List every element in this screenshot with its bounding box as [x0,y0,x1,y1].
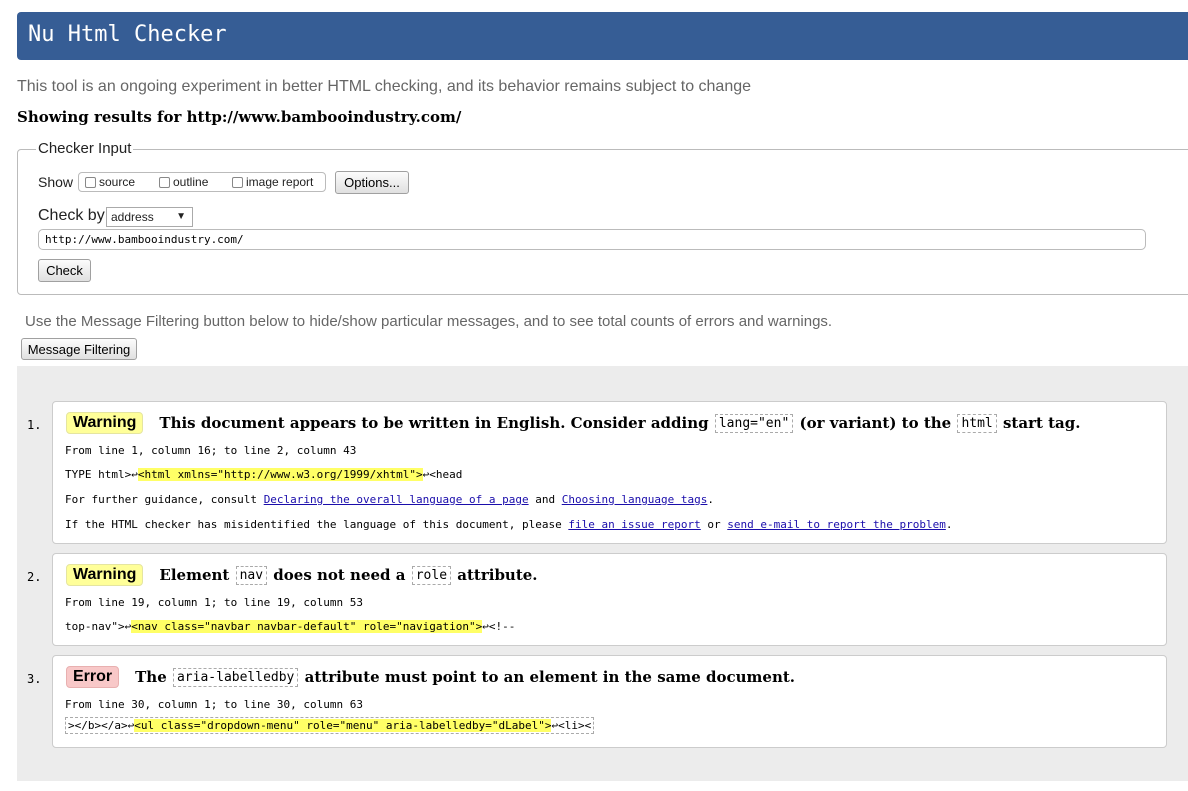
file-issue-link[interactable]: file an issue report [568,518,700,531]
header-bar: Nu Html Checker [17,12,1188,60]
message-guidance: For further guidance, consult Declaring … [65,493,714,506]
message-text: attribute must point to an element in th… [304,668,796,686]
message-code: nav [235,565,268,585]
checker-input-legend: Checker Input [36,140,134,157]
message-number: 1. [27,418,42,432]
message-code: html [957,413,997,433]
extract-pre: top-nav">↩ [65,620,132,633]
message-filtering-button[interactable]: Message Filtering [21,338,137,360]
choosing-language-tags-link[interactable]: Choosing language tags [562,493,708,506]
guidance-end: . [707,493,715,506]
message-text: does not need a [273,566,406,584]
message-text: attribute. [457,566,538,584]
showing-results: Showing results for http://www.bambooind… [17,108,462,126]
message-text: The [135,668,167,686]
misid-text: If the HTML checker has misidentified th… [65,518,562,531]
outline-checkbox-label: outline [173,175,209,189]
message-misidentified: If the HTML checker has misidentified th… [65,518,952,531]
message-location: From line 19, column 1; to line 19, colu… [65,596,364,609]
message-code: lang="en" [714,413,794,433]
image-report-checkbox-label: image report [246,175,314,189]
extract-pre: TYPE html>↩ [65,468,138,481]
message-code: aria-labelledby [172,667,299,687]
source-checkbox-box[interactable] [85,176,96,188]
extract-post: ↩<head [422,468,463,481]
dropdown-arrow-icon: ▼ [176,211,186,222]
misid-end: . [945,518,953,531]
extract-highlight: <ul class="dropdown-menu" role="menu" ar… [134,719,552,732]
declaring-language-link[interactable]: Declaring the overall language of a page [264,493,529,506]
message-location: From line 1, column 16; to line 2, colum… [65,444,357,457]
warning-badge: Warning [66,412,144,434]
outline-checkbox-box[interactable] [159,176,170,188]
message-extract: ></b></a>↩<ul class="dropdown-menu" role… [65,717,595,734]
show-label: Show [38,174,74,190]
url-input[interactable]: http://www.bambooindustry.com/ [38,229,1146,250]
app-title: Nu Html Checker [28,22,227,47]
filtering-hint: Use the Message Filtering button below t… [25,313,833,330]
source-checkbox[interactable]: source [85,175,135,189]
message-extract: TYPE html>↩<html xmlns="http://www.w3.or… [65,468,462,481]
message-line: Warning This document appears to be writ… [66,412,1081,434]
check-by-label: Check by [38,207,105,224]
outline-checkbox[interactable]: outline [159,175,208,189]
misid-or: or [707,518,721,531]
source-checkbox-label: source [99,175,136,189]
message-number: 3. [27,672,42,686]
message-text: (or variant) to the [799,414,952,432]
check-by-value: address [111,210,154,224]
send-email-link[interactable]: send e-mail to report the problem [727,518,946,531]
extract-box: ></b></a>↩<ul class="dropdown-menu" role… [65,717,595,734]
message-text: Element [159,566,230,584]
message-text: This document appears to be written in E… [159,414,709,432]
message-line: Error The aria-labelledby attribute must… [66,666,795,688]
message-number: 2. [27,570,42,584]
message-card: Error The aria-labelledby attribute must… [52,655,1167,748]
message-card: Warning Element nav does not need a role… [52,553,1167,646]
check-by-select[interactable]: address ▼ [106,207,193,227]
message-text: start tag. [1002,414,1081,432]
message-location: From line 30, column 1; to line 30, colu… [65,698,364,711]
extract-pre: ></b></a>↩ [68,719,135,732]
extract-post: ↩<li>< [551,719,592,732]
guidance-and: and [535,493,556,506]
error-badge: Error [66,666,120,688]
message-extract: top-nav">↩<nav class="navbar navbar-defa… [65,620,515,633]
message-line: Warning Element nav does not need a role… [66,564,538,586]
message-code: role [411,565,452,585]
warning-badge: Warning [66,564,144,586]
image-report-checkbox[interactable]: image report [232,175,313,189]
extract-highlight: <html xmlns="http://www.w3.org/1999/xhtm… [137,468,423,481]
image-report-checkbox-box[interactable] [232,176,243,188]
subtitle: This tool is an ongoing experiment in be… [17,78,752,95]
guidance-text: For further guidance, consult [65,493,258,506]
extract-post: ↩<!-- [482,620,516,633]
check-button[interactable]: Check [38,259,91,282]
options-button[interactable]: Options... [335,171,409,194]
message-card: Warning This document appears to be writ… [52,401,1167,544]
extract-highlight: <nav class="navbar navbar-default" role=… [131,620,483,633]
